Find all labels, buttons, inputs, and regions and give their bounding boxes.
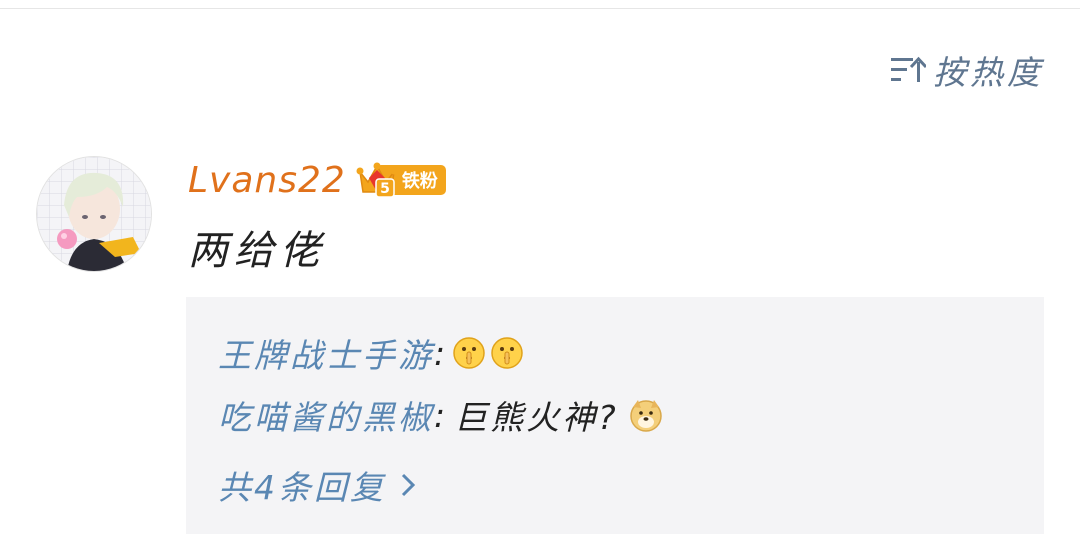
doge-emoji-icon xyxy=(629,398,663,432)
reply-preview-box[interactable]: 王牌战士手游 : 吃喵酱的黑椒 : 巨熊火神? 共4条回复 xyxy=(186,297,1044,534)
crown-icon: 5 xyxy=(356,160,398,200)
sort-label: 按热度 xyxy=(933,53,1044,92)
reply-item[interactable]: 吃喵酱的黑椒 : 巨熊火神? xyxy=(218,391,663,439)
sort-up-icon xyxy=(889,55,927,85)
view-all-replies-link[interactable]: 共4条回复 xyxy=(218,461,416,509)
shush-emoji-icon xyxy=(490,336,524,370)
comment-text: 两给佬 xyxy=(188,228,326,274)
top-divider xyxy=(0,0,1080,9)
shush-emoji-icon xyxy=(452,336,486,370)
reply-separator: : xyxy=(434,395,449,435)
avatar[interactable] xyxy=(36,156,152,272)
more-replies-label: 共4条回复 xyxy=(218,468,386,507)
fan-badge[interactable]: 5 铁粉 xyxy=(356,160,446,200)
reply-username[interactable]: 吃喵酱的黑椒 xyxy=(218,391,434,439)
badge-level: 5 xyxy=(380,181,390,197)
author-name[interactable]: Lvans22 xyxy=(188,160,346,201)
chevron-right-icon xyxy=(400,471,416,499)
comment-header: Lvans22 5 铁粉 xyxy=(188,156,446,204)
reply-separator: : xyxy=(434,333,449,373)
reply-text: 巨熊火神? xyxy=(454,398,619,437)
reply-username[interactable]: 王牌战士手游 xyxy=(218,329,434,377)
reply-item[interactable]: 王牌战士手游 : xyxy=(218,329,524,377)
sort-by-hot-button[interactable]: 按热度 xyxy=(889,48,1044,92)
